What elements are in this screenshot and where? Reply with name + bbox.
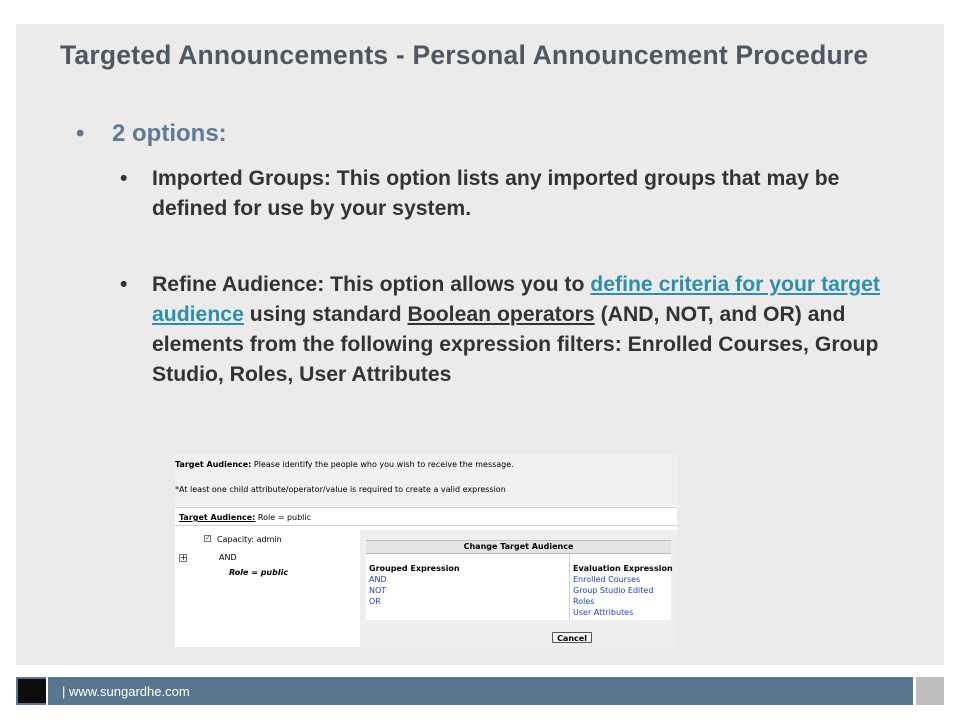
eval-user-attributes-link[interactable]: User Attributes <box>573 608 633 617</box>
current-target-label: Target Audience: <box>179 513 256 522</box>
column-divider <box>569 554 570 620</box>
grouped-not-link[interactable]: NOT <box>369 586 386 595</box>
current-target-row: Target Audience: Role = public <box>179 513 311 522</box>
dialog-body: Grouped Expression AND NOT OR Evaluation… <box>366 554 673 620</box>
expand-plus-icon[interactable]: + <box>179 554 187 562</box>
expression-note: *At least one child attribute/operator/v… <box>175 485 506 494</box>
bullet-dot: • <box>120 273 128 296</box>
capacity-label: Capacity: admin <box>217 535 282 544</box>
divider <box>175 507 677 508</box>
target-audience-row: Target Audience: Please identify the peo… <box>175 460 514 469</box>
grouped-expression-header: Grouped Expression <box>369 564 460 573</box>
evaluation-expression-header: Evaluation Expression <box>573 564 673 573</box>
footer-black-square <box>18 679 46 703</box>
bullet-dot: • <box>120 167 128 190</box>
change-target-dialog: Change Target Audience Grouped Expressio… <box>360 530 677 647</box>
bullet-dot: • <box>76 120 85 147</box>
expression-tree <box>175 530 359 647</box>
boolean-operators-text: Boolean operators <box>407 303 595 326</box>
target-audience-label: Target Audience: <box>175 460 252 469</box>
eval-group-studio-link[interactable]: Group Studio Edited <box>573 586 653 595</box>
grouped-and-link[interactable]: AND <box>369 575 387 584</box>
slide-title: Targeted Announcements - Personal Announ… <box>60 40 869 70</box>
eval-enrolled-courses-link[interactable]: Enrolled Courses <box>573 575 640 584</box>
bullet-refine-audience: • Refine Audience: This option allows yo… <box>120 270 912 390</box>
embedded-screenshot: Target Audience: Please identify the peo… <box>175 454 677 647</box>
imported-groups-text: Imported Groups: This option lists any i… <box>152 167 840 220</box>
target-audience-instruction: Please identify the people who you wish … <box>253 460 514 469</box>
divider <box>175 525 677 526</box>
refine-audience-text: Refine Audience: This option allows you … <box>152 273 591 296</box>
grouped-or-link[interactable]: OR <box>369 597 381 606</box>
cancel-button[interactable]: Cancel <box>552 632 592 643</box>
bullet-options-text: 2 options: <box>112 120 227 147</box>
capacity-checkbox[interactable]: ✓ <box>204 535 211 542</box>
current-target-value: Role = public <box>257 513 312 522</box>
footer-grey-square <box>916 677 944 705</box>
eval-roles-link[interactable]: Roles <box>573 597 594 606</box>
dialog-title: Change Target Audience <box>366 540 671 554</box>
footer-separator <box>46 677 48 705</box>
footer-url: | www.sungardhe.com <box>62 684 190 699</box>
role-public-node[interactable]: Role = public <box>229 568 288 577</box>
and-operator: AND <box>219 553 237 562</box>
bullet-imported-groups: • Imported Groups: This option lists any… <box>120 164 912 224</box>
refine-audience-text-mid: using standard <box>243 303 408 326</box>
